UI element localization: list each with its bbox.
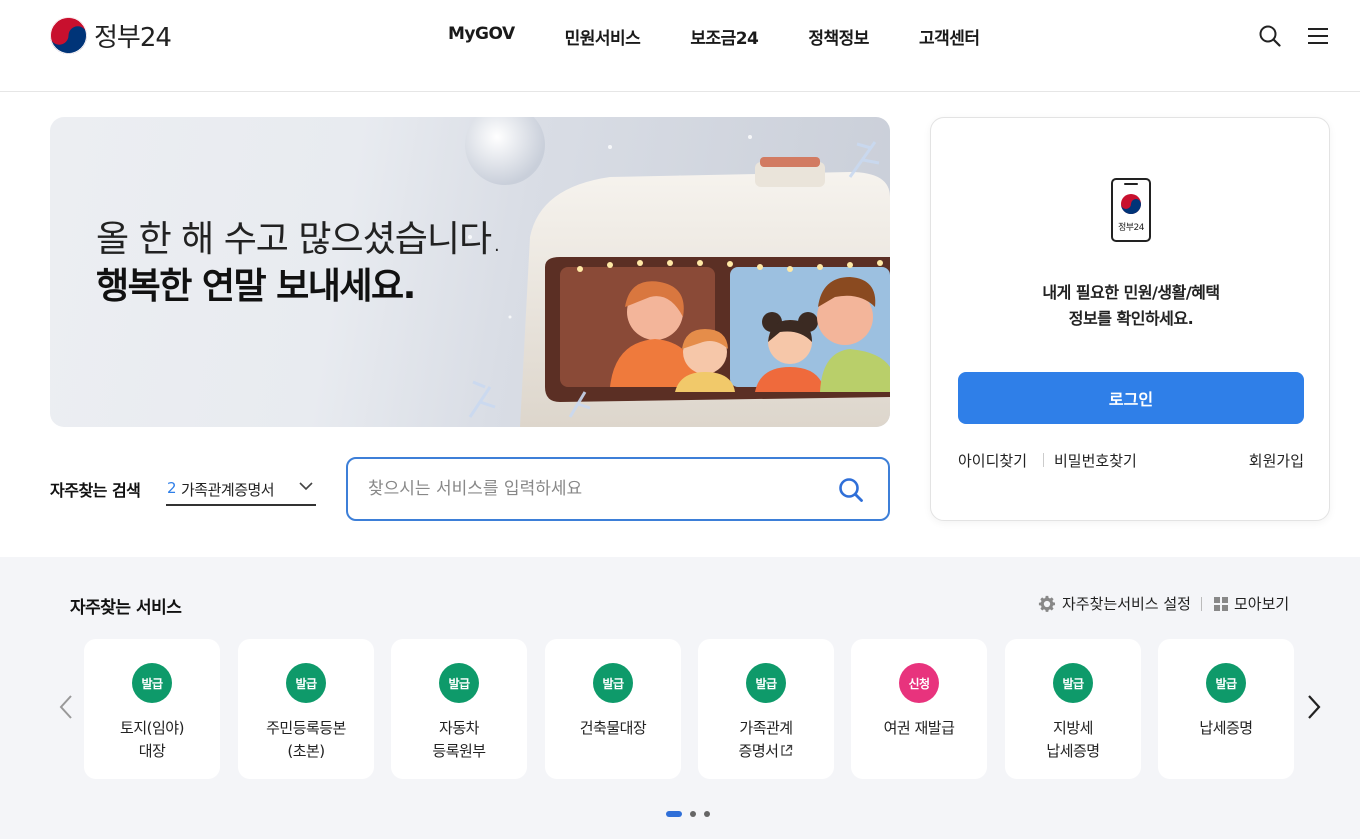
grid-icon [1214,596,1228,611]
nav-subsidy24[interactable]: 보조금24 [690,24,759,49]
main-nav: MyGOV 민원서비스 보조금24 정책정보 고객센터 [448,24,1030,49]
service-card-vehicle-register[interactable]: 발급 자동차 등록원부 [391,639,527,779]
status-badge: 발급 [132,663,172,703]
pagination-dot-3[interactable] [704,811,710,817]
divider [1043,453,1044,467]
external-link-icon [781,744,793,756]
view-all-link[interactable]: 모아보기 [1214,593,1289,614]
login-panel: 정부24 내게 필요한 민원/생활/혜택 정보를 확인하세요. 로그인 아이디찾… [930,117,1330,521]
service-card-line-2: 등록원부 [432,742,486,760]
main-banner[interactable]: 올 한 해 수고 많으셨습니다. 행복한 연말 보내세요. [50,117,890,427]
service-card-family-certificate[interactable]: 발급 가족관계 증명서 [698,639,834,779]
phone-label: 정부24 [1117,223,1145,233]
service-card-line-2: 증명서 [738,742,779,760]
hamburger-menu-icon[interactable] [1306,24,1330,48]
frequent-search-value: 가족관계증명서 [181,481,275,499]
nav-mygov[interactable]: MyGOV [448,24,515,49]
divider [1201,597,1202,611]
carousel-pagination [666,811,710,817]
carousel-prev-icon[interactable] [56,693,76,721]
service-card-label: 납세증명 [1158,717,1294,740]
nav-policy-info[interactable]: 정책정보 [808,24,869,49]
site-header: 정부24 MyGOV 민원서비스 보조금24 정책정보 고객센터 [0,0,1360,92]
status-badge: 발급 [1053,663,1093,703]
pagination-dot-1[interactable] [666,811,682,817]
service-card-resident-registration[interactable]: 발급 주민등록등본 (초본) [238,639,374,779]
service-card-line-1: 주민등록등본 [266,719,346,737]
service-card-passport-reissue[interactable]: 신청 여권 재발급 [851,639,987,779]
status-badge: 발급 [593,663,633,703]
service-card-building-register[interactable]: 발급 건축물대장 [545,639,681,779]
service-card-label: 건축물대장 [545,717,681,740]
login-button[interactable]: 로그인 [958,372,1304,424]
login-message: 내게 필요한 민원/생활/혜택 정보를 확인하세요. [931,280,1331,332]
service-card-label: 여권 재발급 [851,717,987,740]
login-message-line-1: 내게 필요한 민원/생활/혜택 [1042,283,1220,302]
banner-illustration [465,117,890,427]
status-badge: 신청 [899,663,939,703]
logo-text: 정부24 [94,23,172,53]
service-card-label: 주민등록등본 (초본) [238,717,374,763]
find-id-link[interactable]: 아이디찾기 [958,450,1027,471]
service-card-label: 가족관계 증명서 [698,717,834,763]
banner-line-1: 올 한 해 수고 많으셨습니다. [96,219,503,260]
service-card-line-2: (초본) [287,742,325,760]
search-icon[interactable] [1258,24,1282,48]
status-badge: 발급 [439,663,479,703]
service-card-line-1: 여권 재발급 [883,719,955,737]
status-badge: 발급 [1206,663,1246,703]
service-card-land-register[interactable]: 발급 토지(임야) 대장 [84,639,220,779]
frequent-search-select[interactable]: 2 가족관계증명서 [166,474,316,506]
service-search-box [346,457,890,521]
carousel-next-icon[interactable] [1304,693,1324,721]
service-settings-link[interactable]: 자주찾는서비스 설정 [1038,593,1191,614]
search-submit-icon[interactable] [838,477,866,505]
frequent-search-rank: 2 [167,479,177,497]
service-card-tax-certificate[interactable]: 발급 납세증명 [1158,639,1294,779]
status-badge: 발급 [746,663,786,703]
section-title: 자주찾는 서비스 [70,598,182,618]
service-card-line-1: 자동차 [439,719,479,737]
service-card-label: 지방세 납세증명 [1005,717,1141,763]
pagination-dot-2[interactable] [690,811,696,817]
frequent-services-section: 자주찾는 서비스 자주찾는서비스 설정 모아보기 발급 토지(임야) 대장 발급… [0,557,1360,839]
service-card-label: 토지(임야) 대장 [84,717,220,763]
status-badge: 발급 [286,663,326,703]
site-logo[interactable]: 정부24 [50,17,172,54]
service-card-line-1: 토지(임야) [120,719,184,737]
service-card-local-tax-certificate[interactable]: 발급 지방세 납세증명 [1005,639,1141,779]
mobile-phone-icon: 정부24 [1111,178,1151,242]
frequent-search-label: 자주찾는 검색 [50,481,141,500]
taegeuk-mini-icon [1121,194,1141,214]
nav-civil-services[interactable]: 민원서비스 [565,24,641,49]
taegeuk-logo-icon [50,17,87,54]
chevron-down-icon [299,482,313,491]
nav-customer-center[interactable]: 고객센터 [919,24,980,49]
service-card-line-2: 대장 [138,742,166,760]
service-card-line-2: 납세증명 [1046,742,1100,760]
service-search-input[interactable] [368,475,828,503]
login-message-line-2: 정보를 확인하세요. [1068,309,1194,328]
service-card-line-1: 건축물대장 [579,719,647,737]
service-card-line-2-wrap: 증명서 [698,740,834,763]
service-settings-label: 자주찾는서비스 설정 [1062,595,1191,613]
signup-link[interactable]: 회원가입 [1249,450,1304,471]
find-password-link[interactable]: 비밀번호찾기 [1054,450,1137,471]
service-card-line-1: 납세증명 [1199,719,1253,737]
gear-icon [1038,595,1056,612]
service-card-line-1: 지방세 [1053,719,1093,737]
service-card-label: 자동차 등록원부 [391,717,527,763]
view-all-label: 모아보기 [1234,595,1290,613]
service-card-line-1: 가족관계 [739,719,793,737]
banner-line-2: 행복한 연말 보내세요. [96,266,416,307]
